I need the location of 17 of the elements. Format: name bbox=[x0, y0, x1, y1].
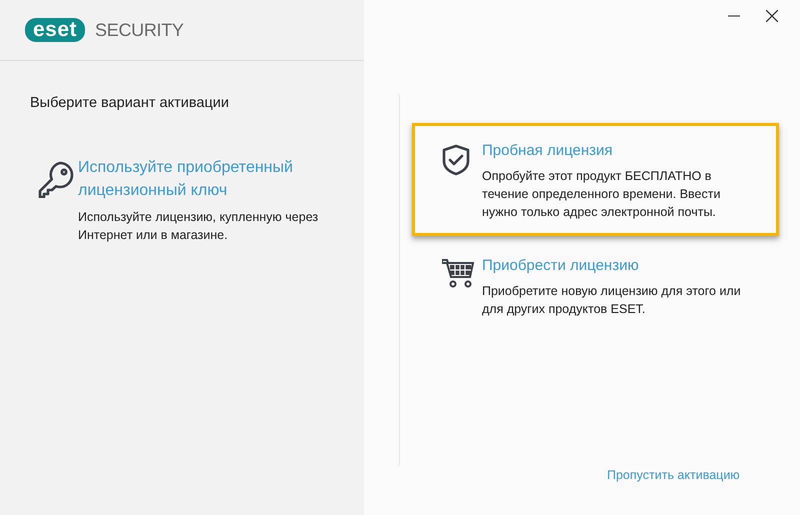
close-icon[interactable] bbox=[766, 10, 778, 22]
option-title[interactable]: Пробная лицензия bbox=[482, 140, 756, 161]
shield-check-icon bbox=[442, 144, 470, 176]
cart-icon bbox=[442, 259, 474, 289]
option-card[interactable]: Приобрести лицензию Приобретите новую лицензию для этого или для других продуктов ESET. bbox=[412, 238, 779, 333]
option-card[interactable]: Пробная лицензия Опробуйте этот продукт БЕСПЛАТНО в течение определенного времени. Ввести нужно только адрес электронной почты. bbox=[412, 123, 779, 236]
skip-activation-link[interactable]: Пропустить активацию bbox=[607, 468, 740, 482]
option-title[interactable]: Приобрести лицензию bbox=[482, 255, 756, 276]
option-description: Используйте лицензию, купленную через Интернет или в магазине. bbox=[78, 209, 320, 244]
key-icon bbox=[38, 160, 76, 198]
option-card[interactable]: Используйте приобретенный лицензионный ключ Используйте лицензию, купленную через Интернет или в магазине. bbox=[8, 139, 358, 259]
eset-logo: eset bbox=[25, 18, 86, 42]
option-description: Опробуйте этот продукт БЕСПЛАТНО в течение определенного времени. Ввести нужно только адрес электронной почты. bbox=[482, 168, 722, 221]
product-name: SECURITY bbox=[95, 20, 184, 40]
option-title[interactable]: Используйте приобретенный лицензионный ключ bbox=[78, 156, 335, 202]
option-description: Приобретите новую лицензию для этого или для других продуктов ESET. bbox=[482, 283, 742, 318]
section-heading: Выберите вариант активации bbox=[30, 95, 230, 111]
